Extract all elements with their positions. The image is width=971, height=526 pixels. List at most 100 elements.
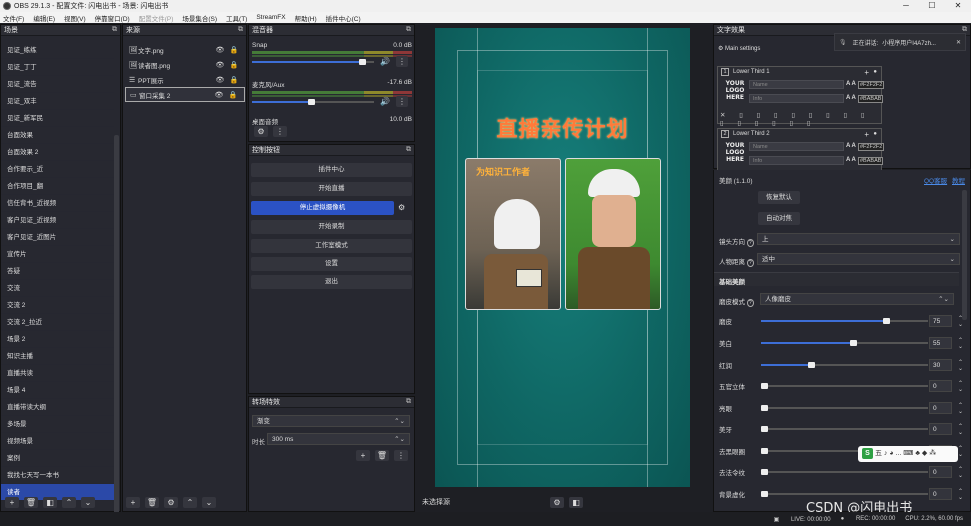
source-item[interactable]: 🖼 文字.png 👁 🔒 bbox=[125, 42, 245, 57]
beauty-slider[interactable] bbox=[761, 426, 928, 432]
beauty-slider[interactable] bbox=[761, 405, 928, 411]
duration-spinbox[interactable]: 300 ms ⌃⌄ bbox=[267, 433, 410, 445]
menu-item[interactable]: 视图(V) bbox=[64, 13, 86, 23]
text-style-icon[interactable]: A A bbox=[846, 81, 856, 87]
spin-arrows-icon[interactable]: ⌃ ⌄ bbox=[958, 403, 963, 415]
transition-select[interactable]: 渐变 ⌃⌄ bbox=[252, 415, 410, 427]
slider-knob[interactable] bbox=[883, 318, 891, 324]
scene-item[interactable]: 台面效果 2 bbox=[1, 144, 114, 161]
beauty-value-spinbox[interactable]: 30 ⌃ ⌄ bbox=[929, 359, 963, 372]
add-transition-button[interactable]: + bbox=[356, 450, 370, 461]
speaker-icon[interactable]: 🔊 bbox=[380, 57, 390, 66]
scene-item[interactable]: 见证_丁丁 bbox=[1, 59, 114, 76]
move-down-button[interactable]: ⌄ bbox=[202, 497, 216, 508]
beauty-slider[interactable] bbox=[761, 318, 928, 324]
remove-transition-button[interactable]: 🗑 bbox=[375, 450, 389, 461]
channel-menu-button[interactable]: ⋮ bbox=[396, 56, 408, 67]
spin-arrows-icon[interactable]: ⌃ ⌄ bbox=[958, 338, 963, 350]
spin-arrows-icon[interactable]: ⌃ ⌄ bbox=[958, 489, 963, 501]
visibility-eye-icon[interactable]: 👁 bbox=[213, 61, 227, 69]
scene-item[interactable]: 答疑 bbox=[1, 263, 114, 280]
remove-scene-button[interactable]: 🗑 bbox=[24, 497, 38, 508]
name-color-badge[interactable]: #F2F2F2 bbox=[858, 81, 885, 89]
slider-knob[interactable] bbox=[358, 59, 366, 65]
volume-slider[interactable]: 🔊 ⋮ bbox=[252, 56, 412, 67]
beauty-value-spinbox[interactable]: 75 ⌃ ⌄ bbox=[929, 315, 963, 328]
scene-item[interactable]: 交流 bbox=[1, 280, 114, 297]
toggle-dot-icon[interactable]: ● bbox=[873, 69, 877, 75]
move-up-button[interactable]: ⌃ bbox=[62, 497, 76, 508]
spin-arrows-icon[interactable]: ⌃ ⌄ bbox=[958, 360, 963, 372]
scene-item[interactable]: 案例 bbox=[1, 450, 114, 467]
scene-item[interactable]: 合作要示_近 bbox=[1, 161, 114, 178]
visibility-eye-icon[interactable]: 👁 bbox=[212, 91, 226, 99]
source-properties-button[interactable]: ⚙ bbox=[550, 496, 564, 508]
control-button[interactable]: 退出 bbox=[251, 275, 412, 289]
scene-item[interactable]: 场景 2 bbox=[1, 331, 114, 348]
transition-menu-button[interactable]: ⋮ bbox=[394, 450, 408, 461]
menu-item[interactable]: 停靠窗口(D) bbox=[95, 13, 130, 23]
scene-item[interactable]: 交流 2_拉近 bbox=[1, 314, 114, 331]
scene-item[interactable]: 客户见证_近图片 bbox=[1, 229, 114, 246]
text-style-icon[interactable]: A A bbox=[846, 157, 856, 163]
beauty-scrollbar[interactable] bbox=[962, 190, 967, 320]
scene-item[interactable]: 见证_双丰 bbox=[1, 93, 114, 110]
source-item[interactable]: ☰ PPT展示 👁 🔒 bbox=[125, 72, 245, 87]
mixer-menu-button[interactable]: ⋮ bbox=[273, 126, 287, 137]
add-source-button[interactable]: + bbox=[126, 497, 140, 508]
scene-item[interactable]: 直播共读 bbox=[1, 365, 114, 382]
beauty-slider[interactable] bbox=[761, 362, 928, 368]
beauty-slider[interactable] bbox=[761, 340, 928, 346]
scene-item[interactable]: 我找七天写一本书 bbox=[1, 467, 114, 484]
visibility-eye-icon[interactable]: 👁 bbox=[213, 76, 227, 84]
reset-default-button[interactable]: 恢复默认 bbox=[758, 191, 800, 204]
scene-item[interactable]: 视频场景 bbox=[1, 433, 114, 450]
scene-item[interactable]: 台面效果 bbox=[1, 127, 114, 144]
control-button[interactable]: 设置 bbox=[251, 257, 412, 271]
close-button[interactable]: ✕ bbox=[945, 0, 971, 12]
slider-knob[interactable] bbox=[761, 405, 768, 411]
remove-source-button[interactable]: 🗑 bbox=[145, 497, 159, 508]
name-input[interactable]: Name bbox=[749, 142, 844, 151]
beauty-slider[interactable] bbox=[761, 469, 928, 475]
mode-select[interactable]: 人像磨皮 ⌃⌄ bbox=[760, 293, 954, 305]
channel-menu-button[interactable]: ⋮ bbox=[396, 96, 408, 107]
menu-item[interactable]: 工具(T) bbox=[226, 13, 247, 23]
tutorial-link[interactable]: 教程 bbox=[952, 175, 965, 185]
name-input[interactable]: Name bbox=[749, 80, 844, 89]
scene-item[interactable]: 宣传片 bbox=[1, 246, 114, 263]
scene-item[interactable]: 信任背书_近视频 bbox=[1, 195, 114, 212]
scene-item[interactable]: 直播带读大纲 bbox=[1, 399, 114, 416]
float-dock-icon[interactable]: ⧉ bbox=[406, 26, 411, 34]
visibility-eye-icon[interactable]: 👁 bbox=[213, 46, 227, 54]
spin-arrows-icon[interactable]: ⌃ ⌄ bbox=[958, 424, 963, 436]
scene-item[interactable]: 见证_练练 bbox=[1, 42, 114, 59]
source-item[interactable]: 🖼 读者图.png 👁 🔒 bbox=[125, 57, 245, 72]
toggle-dot-icon[interactable]: ● bbox=[873, 131, 877, 137]
beauty-value-spinbox[interactable]: 0 ⌃⌄ bbox=[929, 402, 963, 415]
source-filters-button[interactable]: ◧ bbox=[569, 496, 583, 508]
slider-knob[interactable] bbox=[761, 491, 768, 497]
control-button[interactable]: 停止虚拟摄像机 bbox=[251, 201, 394, 215]
move-up-button[interactable]: ⌃ bbox=[183, 497, 197, 508]
control-button[interactable]: 工作室模式 bbox=[251, 239, 412, 253]
float-dock-icon[interactable]: ⧉ bbox=[238, 26, 243, 34]
scene-item[interactable]: 交流 2 bbox=[1, 297, 114, 314]
add-icon[interactable]: + bbox=[864, 68, 869, 77]
source-properties-button[interactable]: ⚙ bbox=[164, 497, 178, 508]
beauty-value-spinbox[interactable]: 0 ⌃⌄ bbox=[929, 466, 963, 479]
scene-filters-button[interactable]: ◧ bbox=[43, 497, 57, 508]
info-color-badge[interactable]: #BABAB bbox=[858, 95, 884, 103]
scene-item[interactable]: 知识主播 bbox=[1, 348, 114, 365]
float-dock-icon[interactable]: ⧉ bbox=[406, 146, 411, 154]
slider-knob[interactable] bbox=[761, 469, 768, 475]
beauty-value-spinbox[interactable]: 0 ⌃⌄ bbox=[929, 423, 963, 436]
menu-item[interactable]: 插件中心(C) bbox=[326, 13, 361, 23]
slider-knob[interactable] bbox=[849, 340, 857, 346]
name-color-badge[interactable]: #F2F2F2 bbox=[858, 143, 885, 151]
spin-arrows-icon[interactable]: ⌃ ⌄ bbox=[958, 467, 963, 479]
qq-service-link[interactable]: QQ客服 bbox=[924, 175, 947, 185]
direction-select[interactable]: 上 ⌄ bbox=[757, 233, 960, 245]
scene-scrollbar[interactable] bbox=[114, 135, 119, 515]
menu-item[interactable]: 文件(F) bbox=[3, 13, 24, 23]
